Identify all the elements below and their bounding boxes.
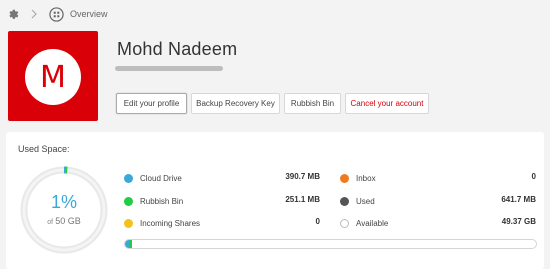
user-name: Mohd Nadeem — [117, 39, 238, 59]
legend-rubbish-bin: Rubbish Bin — [124, 195, 183, 207]
dot-rubbish-bin — [124, 196, 133, 206]
legend-label: Rubbish Bin — [140, 196, 184, 206]
legend-label: Inbox — [356, 173, 376, 183]
avatar-letter: M — [25, 49, 81, 105]
used-percent: 1% — [50, 192, 77, 212]
dot-incoming-shares — [124, 218, 133, 228]
storage-total: of 50 GB — [20, 216, 108, 226]
dot-used — [340, 196, 349, 206]
storage-donut: 1% of 50 GB — [20, 166, 108, 254]
legend-value-cloud-drive: 390.7 MB — [285, 172, 320, 181]
used-space-title: Used Space: — [18, 144, 70, 154]
legend-cloud-drive: Cloud Drive — [124, 172, 182, 184]
backup-recovery-key-button[interactable]: Backup Recovery Key — [191, 93, 280, 114]
legend-inbox: Inbox — [340, 172, 376, 184]
legend-label: Cloud Drive — [140, 173, 182, 183]
legend-value-available: 49.37 GB — [501, 217, 536, 226]
of-label: of — [47, 219, 54, 226]
dot-inbox — [340, 173, 349, 183]
legend-used: Used — [340, 195, 375, 207]
grid-circle-icon[interactable] — [48, 6, 64, 22]
legend-label: Incoming Shares — [140, 218, 201, 228]
storage-progress-bar — [124, 239, 537, 249]
rubbish-bin-button[interactable]: Rubbish Bin — [284, 93, 341, 114]
avatar[interactable]: M — [8, 31, 98, 121]
legend-label: Used — [356, 196, 375, 206]
cancel-account-button[interactable]: Cancel your account — [345, 93, 429, 114]
dot-available — [340, 218, 349, 228]
legend-available: Available — [340, 217, 388, 229]
profile-card: M Mohd Nadeem Edit your profile Backup R… — [0, 24, 550, 126]
legend-value-rubbish-bin: 251.1 MB — [285, 195, 320, 204]
chevron-right-icon — [30, 7, 38, 21]
legend-incoming-shares: Incoming Shares — [124, 217, 200, 229]
gear-icon[interactable] — [6, 7, 20, 21]
used-space-panel: Used Space: 1% of 50 GB Cloud Drive 390.… — [6, 132, 544, 269]
legend-value-incoming-shares: 0 — [315, 217, 320, 226]
bar-segment-rubbish-bin — [129, 240, 132, 248]
total-value: 50 GB — [55, 216, 81, 226]
legend-label: Available — [356, 218, 389, 228]
legend-value-inbox: 0 — [531, 172, 536, 181]
breadcrumb-current[interactable]: Overview — [70, 9, 108, 19]
dot-cloud-drive — [124, 173, 133, 183]
legend-value-used: 641.7 MB — [501, 195, 536, 204]
breadcrumb: Overview — [6, 5, 108, 23]
edit-profile-button[interactable]: Edit your profile — [116, 93, 187, 114]
email-blurred — [115, 66, 223, 71]
